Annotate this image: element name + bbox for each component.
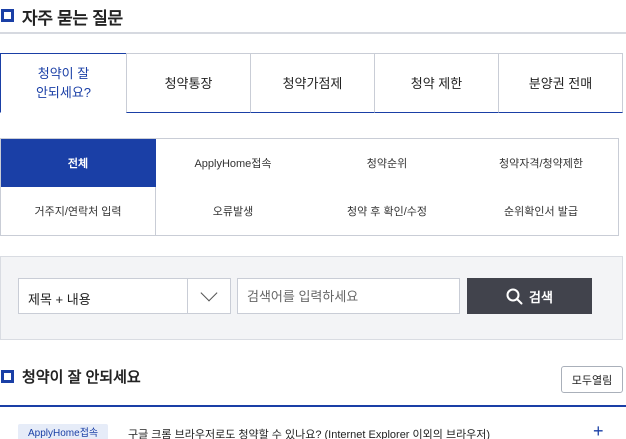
category-rank-certificate[interactable]: 순위확인서 발급	[464, 187, 619, 236]
search-button[interactable]: 검색	[467, 278, 592, 314]
search-scope-select[interactable]: 제목 + 내용	[18, 278, 231, 314]
category-confirm-edit[interactable]: 청약 후 확인/수정	[310, 187, 465, 236]
plus-icon[interactable]: +	[593, 421, 604, 439]
category-rank[interactable]: 청약순위	[310, 139, 465, 188]
section-title: 청약이 잘 안되세요	[22, 369, 141, 386]
search-input[interactable]	[237, 278, 460, 314]
category-address-contact[interactable]: 거주지/연락처 입력	[1, 187, 156, 236]
tab-label: 청약통장	[164, 75, 213, 91]
category-applyhome-access[interactable]: ApplyHome접속	[156, 139, 311, 188]
chevron-down-icon[interactable]	[200, 284, 218, 302]
category-all[interactable]: 전체	[1, 139, 156, 188]
page-title: 자주 묻는 질문	[22, 9, 123, 28]
faq-question[interactable]: 구글 크롬 브라우저로도 청약할 수 있나요? (Internet Explor…	[128, 426, 490, 439]
expand-all-button[interactable]: 모두열림	[561, 366, 623, 393]
search-icon	[506, 288, 523, 304]
square-bullet-icon	[1, 9, 14, 22]
tab-restriction[interactable]: 청약 제한	[374, 53, 499, 113]
search-button-label: 검색	[529, 289, 553, 305]
faq-category-badge: ApplyHome접속	[18, 424, 109, 439]
search-scope-value: 제목 + 내용	[28, 292, 91, 307]
tab-savings-account[interactable]: 청약통장	[126, 53, 251, 113]
faq-list: ApplyHome접속 구글 크롬 브라우저로도 청약할 수 있나요? (Int…	[0, 405, 626, 439]
tab-point-system[interactable]: 청약가점제	[250, 53, 375, 113]
tab-label: 청약이 잘 안되세요?	[35, 66, 92, 100]
section-header: 청약이 잘 안되세요 모두열림	[0, 360, 626, 396]
tab-label: 청약 제한	[410, 75, 463, 91]
category-grid: 전체 ApplyHome접속 청약순위 청약자격/청약제한 거주지/연락처 입력…	[0, 138, 619, 236]
tab-apply-trouble[interactable]: 청약이 잘 안되세요?	[0, 53, 127, 113]
tab-label: 분양권 전매	[528, 75, 593, 91]
category-error[interactable]: 오류발생	[156, 187, 311, 236]
category-eligibility[interactable]: 청약자격/청약제한	[464, 139, 619, 188]
select-divider	[187, 279, 188, 313]
tab-label: 청약가점제	[282, 75, 343, 91]
tab-resale[interactable]: 분양권 전매	[498, 53, 623, 113]
faq-tabs: 청약이 잘 안되세요? 청약통장 청약가점제 청약 제한 분양권 전매	[0, 53, 626, 113]
page-header: 자주 묻는 질문	[0, 0, 626, 34]
square-bullet-icon	[1, 370, 14, 383]
faq-item[interactable]: ApplyHome접속 구글 크롬 브라우저로도 청약할 수 있나요? (Int…	[0, 407, 626, 439]
search-panel: 제목 + 내용 검색	[0, 256, 623, 340]
